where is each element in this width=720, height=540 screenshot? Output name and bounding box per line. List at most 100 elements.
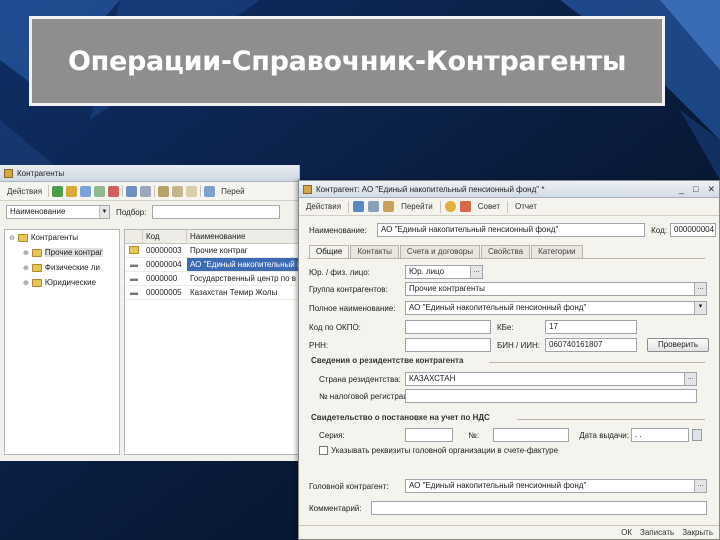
- series-field[interactable]: [405, 428, 453, 442]
- open-icon[interactable]: [368, 201, 380, 212]
- folder-icon: [31, 263, 42, 272]
- dialog-goto-button[interactable]: Перейти: [398, 200, 436, 213]
- add-icon[interactable]: [52, 185, 64, 197]
- table-row[interactable]: 00000003 Прочие контраг: [125, 244, 299, 258]
- dialog-advice-button[interactable]: Совет: [475, 200, 503, 213]
- contractors-list-window: Контрагенты Действия Перей Наименование …: [0, 165, 300, 461]
- calendar-icon[interactable]: [692, 429, 702, 441]
- actions-menu-button[interactable]: Действия: [4, 185, 45, 198]
- filter-off-icon[interactable]: [186, 185, 198, 197]
- rnn-field[interactable]: [405, 338, 491, 352]
- close-icon[interactable]: ✕: [707, 184, 715, 195]
- tree-item-root[interactable]: ⊖ Контрагенты: [5, 230, 119, 245]
- edit-icon[interactable]: [94, 185, 106, 197]
- number-field[interactable]: [493, 428, 569, 442]
- legal-type-field[interactable]: Юр. лицо …: [405, 265, 483, 279]
- expand-icon[interactable]: ⊕: [23, 279, 29, 287]
- structure-icon[interactable]: [383, 201, 395, 212]
- comment-field[interactable]: [371, 501, 707, 515]
- expand-icon[interactable]: ⊕: [23, 249, 29, 257]
- grid-header-icon-col: [125, 230, 143, 243]
- number-label: №:: [468, 430, 479, 440]
- okpo-field[interactable]: [405, 320, 491, 334]
- row-name: АО "Единый накопительный пенсионный фонд…: [187, 258, 299, 271]
- hierarchy-icon[interactable]: [126, 185, 138, 197]
- table-row[interactable]: ▬ 00000005 Казахстан Темир Жолы: [125, 286, 299, 300]
- dialog-toolbar: Действия Перейти Совет Отчет: [299, 198, 719, 216]
- kbe-field[interactable]: 17: [545, 320, 637, 334]
- table-row-selected[interactable]: ▬ 00000004 АО "Единый накопительный пенс…: [125, 258, 299, 272]
- kbe-label: КБе:: [497, 322, 514, 332]
- folder-icon: [17, 233, 28, 242]
- dialog-report-button[interactable]: Отчет: [512, 200, 540, 213]
- country-value: КАЗАХСТАН: [409, 374, 456, 383]
- residency-section-title: Сведения о резидентстве контрагента: [311, 356, 464, 365]
- chevron-down-icon[interactable]: ▼: [99, 206, 109, 218]
- row-name: Прочие контраг: [190, 246, 248, 255]
- row-code: 00000003: [146, 246, 182, 255]
- add-folder-icon[interactable]: [66, 185, 78, 197]
- head-org-checkbox[interactable]: [319, 446, 328, 455]
- filter-icon[interactable]: [158, 185, 170, 197]
- tab-categories[interactable]: Категории: [531, 245, 583, 258]
- toolbar-divider: [348, 200, 350, 213]
- filter-list-icon[interactable]: [172, 185, 184, 197]
- window-controls: _ □ ✕: [679, 184, 715, 195]
- save-icon[interactable]: [353, 201, 365, 212]
- tree-icon[interactable]: [140, 185, 152, 197]
- grid-header-name[interactable]: Наименование: [187, 230, 299, 243]
- expand-icon[interactable]: ⊕: [23, 264, 29, 272]
- code-field[interactable]: 000000004: [670, 223, 716, 237]
- bin-field[interactable]: 060740161807: [545, 338, 637, 352]
- country-row: Страна резидентства: КАЗАХСТАН …: [319, 372, 697, 386]
- toolbar-divider: [439, 200, 441, 213]
- tax-reg-field[interactable]: [405, 389, 697, 403]
- save-button[interactable]: Записать: [640, 528, 674, 537]
- name-field[interactable]: АО "Единый накопительный пенсионный фонд…: [377, 223, 645, 237]
- comment-row: Комментарий:: [309, 501, 707, 515]
- group-value: Прочие контрагенты: [409, 284, 485, 293]
- full-name-field[interactable]: АО "Единый накопительный пенсионный фонд…: [405, 301, 707, 315]
- tab-contacts[interactable]: Контакты: [350, 245, 399, 258]
- tab-properties[interactable]: Свойства: [480, 245, 531, 258]
- head-row: Головной контрагент: АО "Единый накопите…: [309, 479, 707, 493]
- tab-accounts[interactable]: Счета и договоры: [399, 245, 480, 258]
- dialog-actions-button[interactable]: Действия: [303, 200, 344, 213]
- select-icon[interactable]: …: [684, 373, 696, 385]
- collapse-icon[interactable]: ⊖: [9, 234, 15, 242]
- tree-item-individuals[interactable]: ⊕ Физические ли: [5, 260, 119, 275]
- group-field[interactable]: Прочие контрагенты …: [405, 282, 707, 296]
- ok-button[interactable]: ОК: [621, 528, 632, 537]
- head-field[interactable]: АО "Единый накопительный пенсионный фонд…: [405, 479, 707, 493]
- full-name-row: Полное наименование: АО "Единый накопите…: [309, 301, 707, 315]
- tree-item-other[interactable]: ⊕ Прочие контраг: [5, 245, 119, 260]
- bin-label: БИН / ИИН:: [497, 340, 540, 350]
- select-icon[interactable]: …: [694, 283, 706, 295]
- country-field[interactable]: КАЗАХСТАН …: [405, 372, 697, 386]
- select-icon[interactable]: …: [470, 266, 482, 278]
- select-icon[interactable]: …: [694, 480, 706, 492]
- check-button[interactable]: Проверить: [647, 338, 709, 352]
- minimize-icon[interactable]: _: [679, 184, 684, 195]
- close-button[interactable]: Закрыть: [682, 528, 713, 537]
- tree-item-label: Физические ли: [44, 263, 100, 272]
- advice-icon[interactable]: [459, 201, 471, 212]
- tab-general[interactable]: Общие: [309, 245, 350, 259]
- chevron-down-icon[interactable]: ▾: [694, 302, 706, 314]
- maximize-icon[interactable]: □: [693, 184, 698, 195]
- tree-item-legal[interactable]: ⊕ Юридические: [5, 275, 119, 290]
- contractor-dialog: Контрагент: АО "Единый накопительный пен…: [298, 180, 720, 540]
- goto-menu-button[interactable]: Перей: [218, 185, 248, 198]
- help-icon[interactable]: [444, 201, 456, 212]
- grid-header-code[interactable]: Код: [143, 230, 187, 243]
- copy-icon[interactable]: [80, 185, 92, 197]
- delete-icon[interactable]: [108, 185, 120, 197]
- rnn-label: РНН:: [309, 340, 329, 350]
- dialog-tabs: Общие Контакты Счета и договоры Свойства…: [309, 245, 583, 259]
- search-field-select[interactable]: Наименование ▼: [6, 205, 110, 219]
- date-field[interactable]: . .: [631, 428, 689, 442]
- table-row[interactable]: ▬ 0000000 Государственный центр по в: [125, 272, 299, 286]
- comment-label: Комментарий:: [309, 503, 362, 513]
- sort-icon[interactable]: [204, 185, 216, 197]
- search-input[interactable]: [152, 205, 281, 219]
